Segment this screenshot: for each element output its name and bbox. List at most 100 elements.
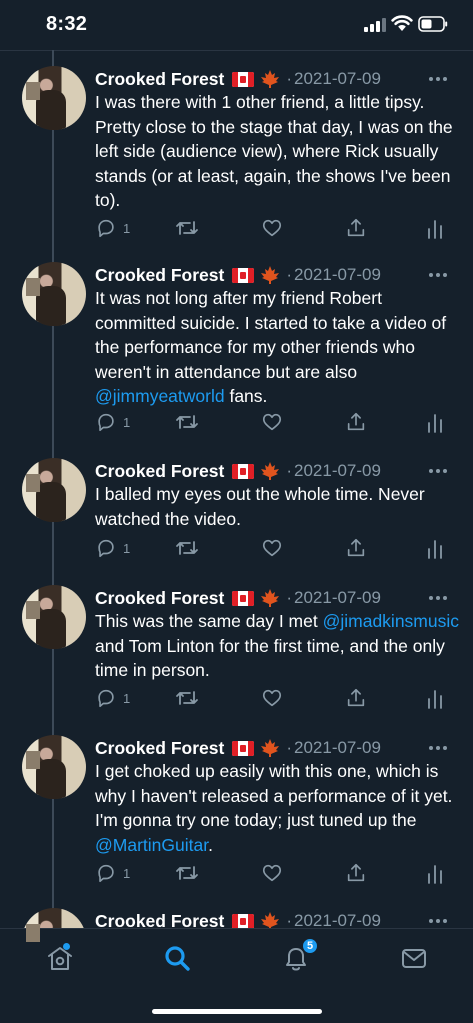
tab-search[interactable] [161,943,197,973]
canada-flag-icon [232,913,255,929]
share-button[interactable] [345,536,367,560]
reply-count: 1 [123,220,131,236]
like-button[interactable] [261,861,283,885]
more-options-icon[interactable] [429,735,447,761]
canada-flag-icon [232,71,255,87]
header-separator: · [286,738,292,757]
share-button[interactable] [345,686,367,710]
reply-button[interactable]: 1 [95,861,130,885]
mention-link[interactable]: @jimadkinsmusic [323,611,459,631]
author-avatar[interactable] [22,735,86,799]
maple-leaf-icon [261,589,280,607]
canada-flag-icon [232,590,255,606]
battery-icon [418,16,448,32]
author-avatar[interactable] [22,262,86,326]
more-options-icon[interactable] [429,458,447,484]
mention-link[interactable]: @jimmyeatworld [95,386,225,406]
author-avatar[interactable] [22,66,86,130]
author-name[interactable]: Crooked Forest [95,265,224,286]
status-time: 8:32 [46,13,88,35]
header-separator: · [286,69,292,88]
more-options-icon[interactable] [429,262,447,288]
messages-icon [402,949,426,968]
retweet-button[interactable] [175,216,199,240]
tweet-action-bar: 1 [95,536,455,560]
reply-icon [98,539,114,558]
reply-icon [98,689,114,708]
author-name[interactable]: Crooked Forest [95,461,224,482]
reply-icon [98,864,114,883]
mention-link[interactable]: @MartinGuitar [95,835,208,855]
tweet-header: Crooked Forest · 2021-07-09 [95,735,381,761]
maple-leaf-icon [261,739,280,757]
tab-messages[interactable] [398,943,434,973]
canada-flag-icon [232,463,255,479]
tweet-text-segment: fans. [224,386,268,406]
share-icon [347,218,365,237]
tab-home[interactable] [44,943,80,973]
tweet-action-bar: 1 [95,216,455,240]
canada-flag-icon [232,267,255,283]
tab-notifications[interactable]: 5 [280,937,319,973]
share-button[interactable] [345,410,367,434]
analytics-button[interactable] [425,536,445,560]
reply-button[interactable]: 1 [95,410,130,434]
tweet-date[interactable]: 2021-07-09 [294,738,381,758]
analytics-icon [428,690,442,709]
tweet-text: I was there with 1 other friend, a littl… [95,90,463,213]
tweet-text: It was not long after my friend Robert c… [95,286,463,409]
like-button[interactable] [261,410,283,434]
reply-button[interactable]: 1 [95,686,130,710]
more-options-icon[interactable] [429,585,447,611]
more-options-icon[interactable] [429,66,447,92]
retweet-icon [176,866,198,880]
reply-count: 1 [123,690,131,706]
tweet-text-segment: I balled my eyes out the whole time. Nev… [95,484,425,529]
cellular-signal-icon [364,18,386,32]
retweet-button[interactable] [175,686,199,710]
tweet-date[interactable]: 2021-07-09 [294,588,381,608]
tweet-text-segment: . [208,834,213,855]
analytics-button[interactable] [425,686,445,710]
analytics-button[interactable] [425,861,445,885]
heart-icon [262,413,282,431]
like-button[interactable] [261,216,283,240]
reply-button[interactable]: 1 [95,216,130,240]
share-button[interactable] [345,216,367,240]
home-icon [48,947,72,970]
author-name[interactable]: Crooked Forest [95,588,224,609]
heart-icon [262,539,282,557]
reply-count: 1 [123,414,131,430]
tweet-date[interactable]: 2021-07-09 [294,265,381,285]
analytics-button[interactable] [425,410,445,434]
header-divider [0,50,473,51]
tweet-text: I balled my eyes out the whole time. Nev… [95,482,463,531]
search-icon [165,946,190,971]
share-button[interactable] [345,861,367,885]
author-name[interactable]: Crooked Forest [95,738,224,759]
reply-button[interactable]: 1 [95,536,130,560]
author-avatar[interactable] [22,585,86,649]
share-icon [347,412,365,431]
author-avatar[interactable] [22,458,86,522]
tweet-date[interactable]: 2021-07-09 [294,69,381,89]
analytics-button[interactable] [425,216,445,240]
tweet-action-bar: 1 [95,686,455,710]
tweet-action-bar: 1 [95,410,455,434]
tweet-text-segment: and Tom Linton for the first time, and t… [95,635,445,681]
retweet-icon [176,541,198,555]
notification-count-badge: 5 [301,937,319,955]
like-button[interactable] [261,686,283,710]
tweet-text: I get choked up easily with this one, wh… [95,759,463,857]
heart-icon [262,689,282,707]
like-button[interactable] [261,536,283,560]
home-indicator[interactable] [152,1009,322,1014]
tweet-date[interactable]: 2021-07-09 [294,461,381,481]
retweet-button[interactable] [175,861,199,885]
author-name[interactable]: Crooked Forest [95,69,224,90]
retweet-button[interactable] [175,536,199,560]
status-bar: 8:32 [0,0,473,50]
retweet-button[interactable] [175,410,199,434]
tweet-text-segment: I get choked up easily with this one, wh… [95,761,453,830]
canada-flag-icon [232,740,255,756]
